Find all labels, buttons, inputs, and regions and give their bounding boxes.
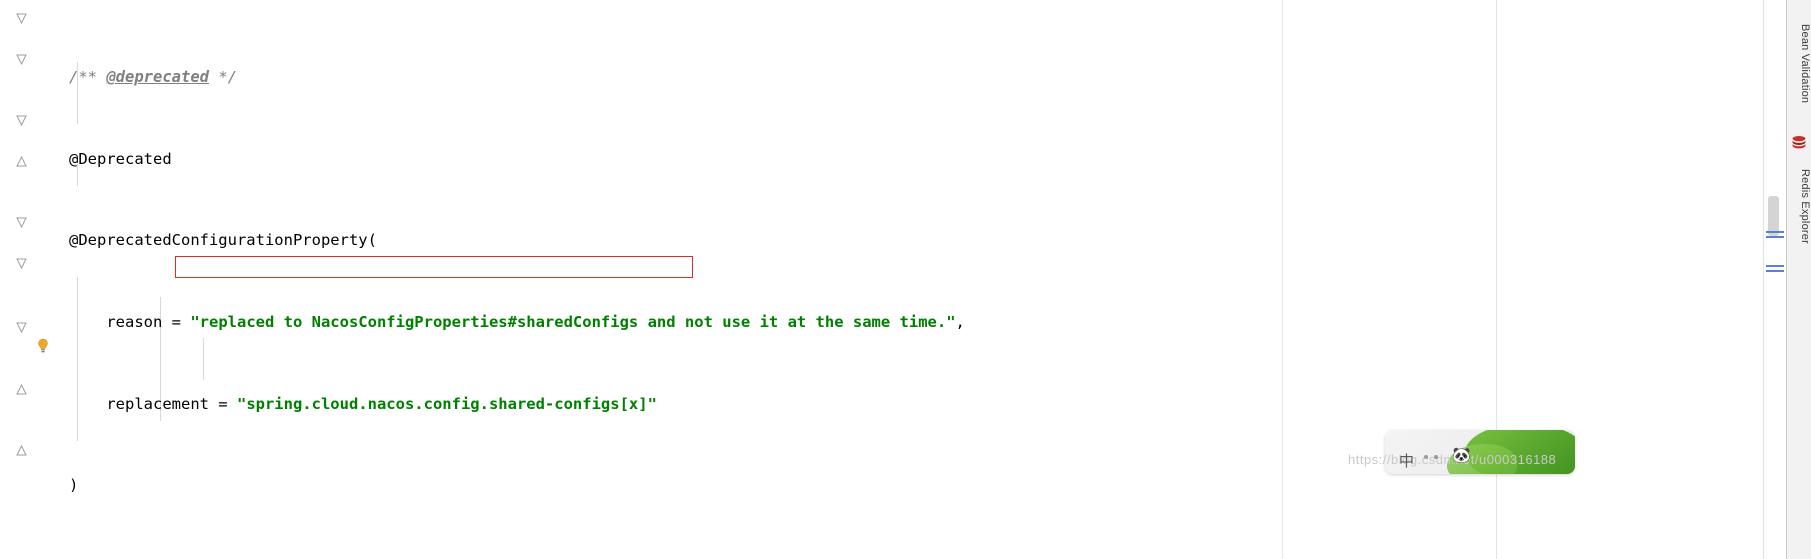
code-line[interactable]: /** @deprecated */ (60, 67, 1763, 87)
fold-marker-expanded[interactable] (14, 256, 29, 271)
editor-scroll-rail[interactable] (1763, 0, 1786, 559)
annotation-deprecated-config-property: @DeprecatedConfigurationProperty( (69, 231, 377, 250)
rail-marker[interactable] (1766, 270, 1784, 272)
comma: , (955, 313, 965, 332)
redis-icon[interactable] (1791, 134, 1807, 150)
fold-marker-end[interactable] (14, 382, 29, 397)
code-content[interactable]: /** @deprecated */ @Deprecated @Deprecat… (60, 0, 1763, 559)
tool-window-stripe[interactable]: Bean Validation Redis Explorer (1786, 0, 1811, 559)
param-reason: reason = (69, 313, 191, 332)
sidebar-item-redis-explorer[interactable]: Redis Explorer (1787, 156, 1811, 256)
lightbulb-icon[interactable] (34, 337, 52, 355)
ime-dot (1424, 455, 1428, 459)
param-replacement: replacement = (69, 394, 237, 413)
sidebar-item-label: Redis Explorer (1799, 168, 1811, 244)
string-reason-value: "replaced to NacosConfigProperties#share… (190, 313, 956, 332)
fold-marker-end[interactable] (14, 154, 29, 169)
ime-dot (1434, 455, 1438, 459)
string-replacement-value: "spring.cloud.nacos.config.shared-config… (236, 394, 657, 413)
fold-marker-expanded[interactable] (14, 113, 29, 128)
ime-mode-label[interactable]: 中 (1399, 450, 1414, 471)
code-line-list[interactable]: /** @deprecated */ @Deprecated @Deprecat… (60, 6, 1763, 559)
code-line[interactable]: reason = "replaced to NacosConfigPropert… (60, 312, 1763, 332)
fold-marker-collapsed[interactable] (14, 215, 29, 230)
fold-marker-expanded[interactable] (14, 320, 29, 335)
sidebar-item-label: Bean Validation (1799, 24, 1811, 104)
annotation-deprecated: @Deprecated (69, 149, 172, 168)
code-line[interactable]: ) (60, 475, 1763, 495)
rail-marker[interactable] (1766, 236, 1784, 238)
fold-marker-collapsed[interactable] (14, 11, 29, 26)
fold-marker-end[interactable] (14, 443, 29, 458)
javadoc-comment-end: */ (208, 68, 237, 87)
close-paren: ) (69, 476, 79, 495)
panda-icon[interactable]: 🐼 (1452, 448, 1471, 463)
code-line[interactable]: @DeprecatedConfigurationProperty( (60, 230, 1763, 250)
fold-marker-expanded[interactable] (14, 52, 29, 67)
rail-marker[interactable] (1766, 231, 1784, 233)
code-editor[interactable]: /** @deprecated */ @Deprecated @Deprecat… (0, 0, 1811, 559)
code-line[interactable]: replacement = "spring.cloud.nacos.config… (60, 394, 1763, 414)
javadoc-comment: /** (69, 68, 107, 87)
deprecated-tag: @deprecated (106, 68, 209, 87)
code-line[interactable]: @Deprecated (60, 149, 1763, 169)
editor-gutter[interactable] (0, 0, 60, 559)
scrollbar-thumb[interactable] (1768, 196, 1779, 236)
rail-marker[interactable] (1766, 265, 1784, 267)
sidebar-item-bean-validation[interactable]: Bean Validation (1787, 8, 1811, 120)
